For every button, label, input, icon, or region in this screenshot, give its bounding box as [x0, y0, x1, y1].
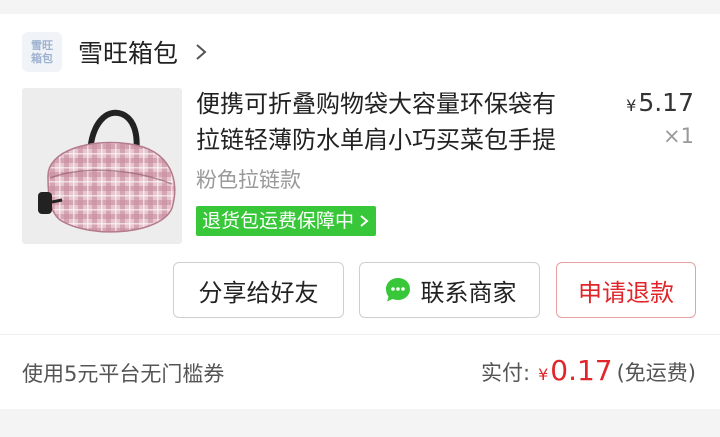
badge-label: 退货包运费保障中 — [202, 210, 355, 232]
chat-bubble-icon — [385, 278, 410, 302]
shopping-bag-icon — [38, 109, 176, 233]
shop-name: 雪旺箱包 — [78, 39, 179, 68]
shop-logo-line1: 雪旺 — [31, 39, 53, 52]
return-shipping-badge[interactable]: 退货包运费保障中 — [196, 206, 377, 236]
order-card: 雪旺 箱包 雪旺箱包 便携可折叠购物袋大容量环保袋有 拉链轻薄防水单肩小巧买菜包… — [0, 14, 720, 409]
price-currency: ¥ — [626, 96, 637, 115]
refund-button-label: 申请退款 — [578, 278, 674, 307]
refund-button[interactable]: 申请退款 — [556, 262, 696, 318]
share-button[interactable]: 分享给好友 — [173, 262, 344, 318]
paid-label: 实付: — [481, 361, 531, 385]
product-quantity: ×1 — [663, 124, 694, 148]
product-title-line1: 便携可折叠购物袋大容量环保袋有 — [196, 90, 556, 118]
paid-amount: 0.17 — [550, 354, 613, 387]
price-value: 5.17 — [638, 88, 694, 117]
share-button-label: 分享给好友 — [198, 278, 319, 307]
paid-total: 实付: ¥ 0.17 (免运费) — [481, 354, 696, 387]
product-variant: 粉色拉链款 — [196, 168, 301, 192]
product-price: ¥5.17 — [626, 88, 694, 117]
coupon-info: 使用5元平台无门槛券 — [22, 362, 225, 386]
shipping-note: (免运费) — [616, 361, 696, 385]
chevron-right-icon — [360, 215, 369, 227]
contact-button-label: 联系商家 — [420, 278, 517, 307]
divider — [0, 334, 720, 335]
product-title[interactable]: 便携可折叠购物袋大容量环保袋有 拉链轻薄防水单肩小巧买菜包手提 — [196, 86, 596, 158]
shop-logo: 雪旺 箱包 — [22, 32, 62, 72]
contact-seller-button[interactable]: 联系商家 — [359, 262, 540, 318]
product-title-line2: 拉链轻薄防水单肩小巧买菜包手提 — [196, 126, 556, 154]
paid-currency: ¥ — [538, 365, 549, 384]
shop-logo-line2: 箱包 — [31, 52, 53, 65]
shop-header[interactable]: 雪旺 箱包 雪旺箱包 — [22, 30, 212, 74]
product-image[interactable] — [22, 88, 182, 244]
chevron-right-icon — [196, 44, 207, 60]
